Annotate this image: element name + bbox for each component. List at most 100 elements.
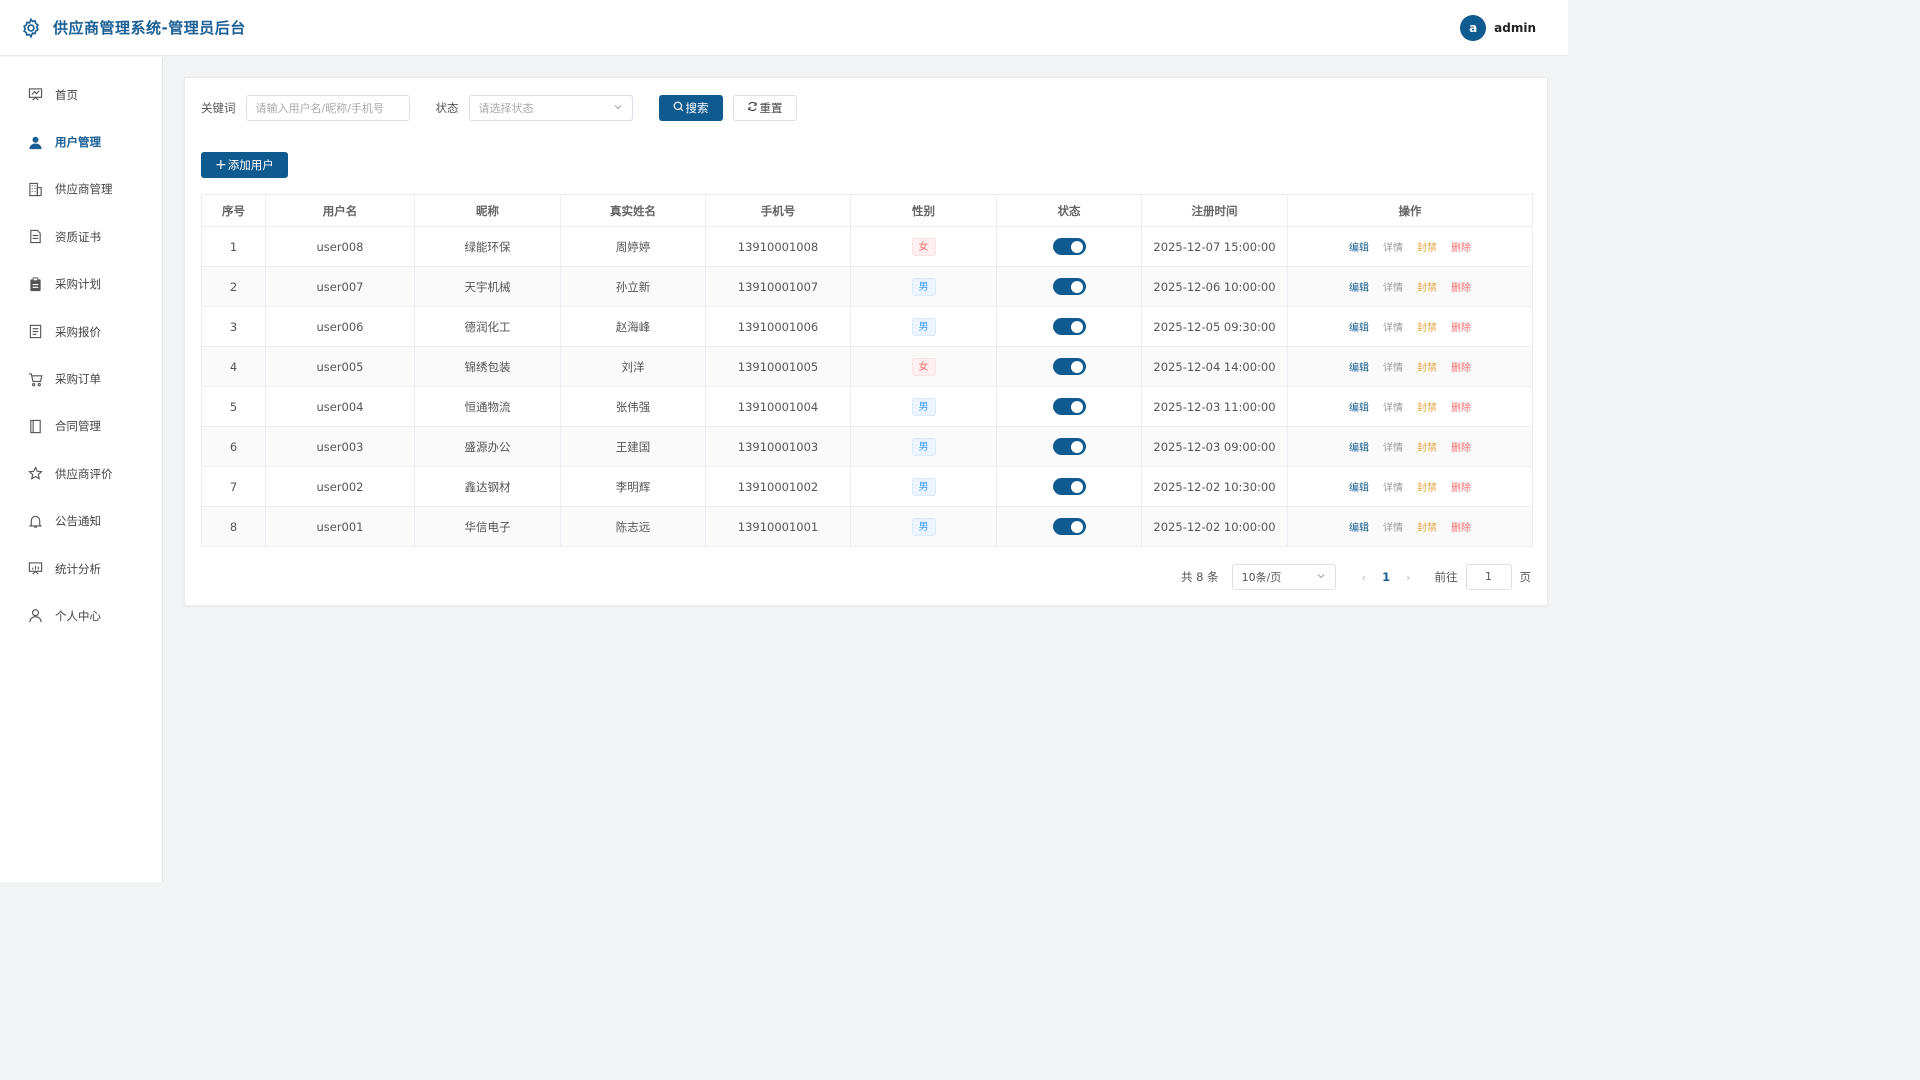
ban-link[interactable]: 封禁 [1417, 363, 1437, 374]
sidebar-item-quotes[interactable]: 采购报价 [0, 308, 162, 355]
edit-link[interactable]: 编辑 [1349, 283, 1369, 294]
status-select[interactable]: 请选择状态 [468, 95, 633, 121]
username-label[interactable]: admin [1494, 21, 1536, 35]
gender-tag: 男 [911, 437, 936, 456]
edit-link[interactable]: 编辑 [1349, 523, 1369, 534]
ban-link[interactable]: 封禁 [1417, 443, 1437, 454]
status-toggle[interactable] [1052, 438, 1086, 455]
sidebar-item-certificates[interactable]: 资质证书 [0, 213, 162, 260]
person-icon [28, 608, 43, 623]
edit-link[interactable]: 编辑 [1349, 483, 1369, 494]
quote-icon [28, 324, 43, 339]
document-icon [28, 229, 43, 244]
status-toggle[interactable] [1052, 518, 1086, 535]
refresh-icon [747, 101, 760, 115]
cell-gender: 女 [850, 226, 997, 267]
column-header: 昵称 [414, 194, 561, 227]
status-toggle[interactable] [1052, 358, 1086, 375]
cell-index: 7 [201, 466, 266, 507]
user-menu[interactable]: a admin [1460, 15, 1536, 41]
sidebar-item-users[interactable]: 用户管理 [0, 118, 162, 165]
cell-index: 3 [201, 306, 266, 347]
sidebar-item-evaluation[interactable]: 供应商评价 [0, 450, 162, 497]
sidebar-item-suppliers[interactable]: 供应商管理 [0, 166, 162, 213]
table-row: 2 user007 天宇机械 孙立新 13910001007 男 2025-12-06 10… [201, 266, 1533, 307]
ban-link[interactable]: 封禁 [1417, 243, 1437, 254]
clipboard-icon [28, 277, 43, 292]
sidebar-item-label: 个人中心 [55, 608, 101, 623]
column-header: 操作 [1287, 194, 1533, 227]
next-page-icon[interactable]: › [1406, 571, 1410, 584]
table-header-row: 序号 用户名 昵称 真实姓名 手机号 性别 状态 注册时间 操作 [201, 194, 1533, 227]
ban-link[interactable]: 封禁 [1417, 323, 1437, 334]
add-user-button[interactable]: + 添加用户 [201, 152, 288, 178]
column-header: 状态 [996, 194, 1142, 227]
delete-link[interactable]: 删除 [1451, 243, 1471, 254]
delete-link[interactable]: 删除 [1451, 363, 1471, 374]
cell-realname: 李明辉 [560, 466, 706, 507]
chart-icon [28, 561, 43, 576]
detail-link[interactable]: 详情 [1383, 483, 1403, 494]
edit-link[interactable]: 编辑 [1349, 323, 1369, 334]
table-row: 7 user002 鑫达钢材 李明辉 13910001002 男 2025-12-02 10… [201, 466, 1533, 507]
sidebar-item-statistics[interactable]: 统计分析 [0, 545, 162, 592]
delete-link[interactable]: 删除 [1451, 483, 1471, 494]
search-button[interactable]: 搜索 [658, 95, 723, 121]
cell-register-time: 2025-12-02 10:30:00 [1141, 466, 1288, 507]
status-toggle[interactable] [1052, 238, 1086, 255]
sidebar-item-notices[interactable]: 公告通知 [0, 498, 162, 545]
cell-actions: 编辑 详情 封禁 删除 [1287, 346, 1533, 387]
detail-link[interactable]: 详情 [1383, 243, 1403, 254]
detail-link[interactable]: 详情 [1383, 443, 1403, 454]
cell-phone: 13910001002 [705, 466, 851, 507]
reset-button[interactable]: 重置 [732, 95, 797, 121]
ban-link[interactable]: 封禁 [1417, 523, 1437, 534]
table-row: 6 user003 盛源办公 王建国 13910001003 男 2025-12-03 09… [201, 426, 1533, 467]
sidebar-item-label: 供应商管理 [55, 182, 113, 197]
status-toggle[interactable] [1052, 318, 1086, 335]
status-toggle[interactable] [1052, 278, 1086, 295]
chevron-down-icon [1316, 571, 1326, 584]
brand: 供应商管理系统-管理员后台 [20, 17, 246, 39]
filter-bar: 关键词 请输入用户名/昵称/手机号 状态 请选择状态 搜索 重置 [201, 95, 797, 121]
avatar[interactable]: a [1460, 15, 1487, 41]
delete-link[interactable]: 删除 [1451, 443, 1471, 454]
prev-page-icon[interactable]: ‹ [1362, 571, 1366, 584]
delete-link[interactable]: 删除 [1451, 283, 1471, 294]
sidebar-item-orders[interactable]: 采购订单 [0, 355, 162, 402]
edit-link[interactable]: 编辑 [1349, 243, 1369, 254]
detail-link[interactable]: 详情 [1383, 523, 1403, 534]
delete-link[interactable]: 删除 [1451, 323, 1471, 334]
keyword-input[interactable]: 请输入用户名/昵称/手机号 [245, 95, 410, 121]
sidebar-item-contracts[interactable]: 合同管理 [0, 403, 162, 450]
cell-gender: 男 [850, 426, 997, 467]
ban-link[interactable]: 封禁 [1417, 483, 1437, 494]
detail-link[interactable]: 详情 [1383, 363, 1403, 374]
plus-icon: + [215, 157, 227, 173]
detail-link[interactable]: 详情 [1383, 403, 1403, 414]
cell-gender: 男 [850, 506, 997, 547]
column-header: 注册时间 [1141, 194, 1288, 227]
search-icon [673, 101, 686, 115]
detail-link[interactable]: 详情 [1383, 283, 1403, 294]
sidebar-item-home[interactable]: 首页 [0, 71, 162, 118]
sidebar-item-purchase-plan[interactable]: 采购计划 [0, 261, 162, 308]
status-label: 状态 [435, 101, 459, 115]
edit-link[interactable]: 编辑 [1349, 443, 1369, 454]
delete-link[interactable]: 删除 [1451, 523, 1471, 534]
ban-link[interactable]: 封禁 [1417, 283, 1437, 294]
delete-link[interactable]: 删除 [1451, 403, 1471, 414]
page-number[interactable]: 1 [1382, 570, 1390, 584]
status-toggle[interactable] [1052, 398, 1086, 415]
ban-link[interactable]: 封禁 [1417, 403, 1437, 414]
cell-actions: 编辑 详情 封禁 删除 [1287, 266, 1533, 307]
page-size-select[interactable]: 10条/页 [1231, 564, 1336, 590]
edit-link[interactable]: 编辑 [1349, 363, 1369, 374]
column-header: 用户名 [265, 194, 415, 227]
sidebar-item-profile[interactable]: 个人中心 [0, 592, 162, 639]
goto-page-input[interactable]: 1 [1465, 564, 1512, 590]
cell-realname: 孙立新 [560, 266, 706, 307]
detail-link[interactable]: 详情 [1383, 323, 1403, 334]
edit-link[interactable]: 编辑 [1349, 403, 1369, 414]
status-toggle[interactable] [1052, 478, 1086, 495]
